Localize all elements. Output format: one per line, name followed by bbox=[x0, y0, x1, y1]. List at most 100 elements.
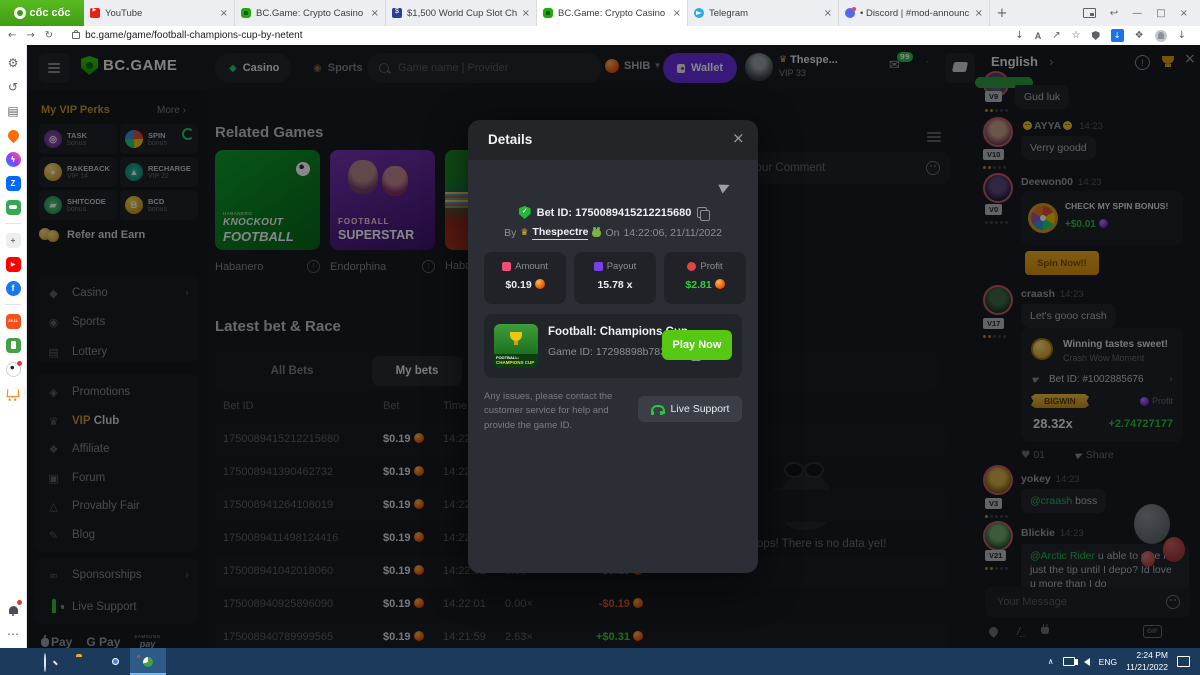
back-button[interactable]: ← bbox=[8, 30, 16, 41]
coccoc-vertical-toolbar: ⚙ ↺ ▤ ϟ Z + ▶ f 25.11 ⋯ bbox=[0, 45, 27, 648]
forward-button[interactable]: → bbox=[26, 30, 34, 41]
windows-taskbar: ∧ ENG 2:24 PM 11/21/2022 bbox=[0, 648, 1200, 675]
history-icon[interactable]: ↺ bbox=[5, 79, 21, 95]
tab-close-icon[interactable]: × bbox=[975, 8, 983, 19]
challenge-favicon bbox=[392, 8, 402, 18]
taskbar-clock[interactable]: 2:24 PM 11/21/2022 bbox=[1126, 650, 1168, 672]
play-now-button[interactable]: Play Now bbox=[662, 330, 732, 360]
frog-emoji bbox=[592, 227, 602, 237]
youtube-favicon bbox=[90, 7, 100, 18]
facebook-shortcut-icon[interactable]: f bbox=[5, 280, 21, 296]
support-note-row: Any issues, please contact the customer … bbox=[484, 390, 742, 433]
browser-profile-avatar[interactable] bbox=[1154, 29, 1167, 42]
tab-close-icon[interactable]: × bbox=[673, 8, 681, 19]
coccoc-brand[interactable]: cốc cốc bbox=[0, 0, 84, 26]
browser-tab-bcgame-1[interactable]: BC.Game: Crypto Casino Gam× bbox=[235, 0, 386, 26]
window-maximize-button[interactable]: □ bbox=[1156, 8, 1165, 19]
new-tab-button[interactable]: + bbox=[990, 0, 1014, 26]
amount-icon bbox=[502, 262, 512, 271]
window-minimize-button[interactable]: — bbox=[1132, 8, 1142, 19]
tab-close-icon[interactable]: × bbox=[522, 8, 530, 19]
bet-author-link[interactable]: Thespectre bbox=[532, 226, 589, 240]
verified-shield-icon: ✓ bbox=[518, 206, 531, 219]
extensions-icon[interactable]: ❖ bbox=[1135, 30, 1144, 41]
telegram-favicon bbox=[694, 8, 704, 18]
session-restore-icon[interactable]: ↩ bbox=[1110, 8, 1118, 19]
network-icon[interactable] bbox=[1062, 657, 1075, 666]
bet-datetime: 14:22:06, 21/11/2022 bbox=[623, 227, 722, 239]
share-icon[interactable]: ↗ bbox=[1052, 30, 1060, 41]
reload-button[interactable]: ↻ bbox=[45, 30, 53, 41]
taskbar-search-icon[interactable] bbox=[44, 653, 46, 672]
profit-icon bbox=[687, 262, 697, 271]
worldcup-football-icon[interactable] bbox=[5, 360, 22, 377]
action-center-icon[interactable] bbox=[1177, 656, 1190, 667]
shib-coin-icon bbox=[534, 279, 545, 289]
bcgame-favicon bbox=[241, 8, 251, 18]
browser-tab-telegram[interactable]: Telegram × bbox=[688, 0, 839, 26]
bet-stats: Amount $0.19 Payout 15.78 x Profit $2.81 bbox=[484, 252, 746, 304]
download-manager-icon[interactable]: ↓ bbox=[1110, 29, 1124, 42]
downloads-icon[interactable]: ↓ bbox=[1178, 30, 1186, 41]
bookmark-star-icon[interactable]: ☆ bbox=[1072, 30, 1081, 41]
battery-saver-icon[interactable] bbox=[5, 337, 21, 353]
modal-body: ✓ Bet ID: 1750089415212215680 By ♛ Thesp… bbox=[468, 160, 758, 573]
bet-author-row: By ♛ Thespectre On 14:22:06, 21/11/2022 bbox=[504, 226, 722, 240]
window-close-button[interactable]: × bbox=[1180, 8, 1188, 19]
game-card: FOOTBALL: CHAMPIONS CUP Football: Champio… bbox=[484, 314, 742, 378]
headphones-icon bbox=[650, 404, 665, 415]
sale-bag-icon[interactable]: 25.11 bbox=[5, 313, 21, 329]
tab-search-icon[interactable] bbox=[1082, 8, 1096, 18]
browser-tab-slot-challenge[interactable]: $1,500 World Cup Slot Challe× bbox=[386, 0, 537, 26]
coccoc-brand-label: cốc cốc bbox=[29, 7, 71, 19]
shib-coin-icon bbox=[714, 279, 725, 289]
ssl-lock-icon[interactable] bbox=[72, 30, 81, 39]
add-shortcut-icon[interactable]: + bbox=[5, 232, 21, 248]
bcgame-page: BC.GAME ◆Casino ◉Sports SHIB ▾ Wallet ♛T… bbox=[27, 45, 1200, 648]
payout-icon bbox=[593, 262, 603, 271]
translate-icon[interactable]: A bbox=[1035, 31, 1042, 41]
newsfeed-icon[interactable]: ▤ bbox=[5, 103, 21, 119]
support-note: Any issues, please contact the customer … bbox=[484, 391, 613, 431]
tab-close-icon[interactable]: × bbox=[824, 8, 832, 19]
share-bet-icon[interactable] bbox=[718, 180, 732, 194]
browser-tab-discord[interactable]: • Discord | #mod-announc × bbox=[839, 0, 990, 26]
sidebar-more-icon[interactable]: ⋯ bbox=[5, 626, 21, 642]
tab-close-icon[interactable]: × bbox=[371, 8, 379, 19]
hot-news-flame-icon[interactable] bbox=[5, 127, 21, 143]
copy-icon[interactable] bbox=[697, 207, 711, 221]
games-icon[interactable] bbox=[5, 199, 21, 215]
youtube-shortcut-icon[interactable]: ▶ bbox=[5, 256, 21, 272]
stat-amount: Amount $0.19 bbox=[484, 252, 566, 304]
browser-tab-youtube[interactable]: YouTube× bbox=[84, 0, 235, 26]
bcgame-favicon bbox=[543, 8, 553, 18]
volume-icon[interactable] bbox=[1074, 657, 1090, 666]
settings-gear-icon[interactable]: ⚙ bbox=[5, 55, 21, 71]
game-thumbnail[interactable]: FOOTBALL: CHAMPIONS CUP bbox=[494, 324, 538, 368]
trophy-icon bbox=[510, 332, 522, 345]
save-page-icon[interactable]: ↓ bbox=[1015, 30, 1023, 41]
bet-id-text: Bet ID: 1750089415212215680 bbox=[536, 206, 692, 219]
discord-favicon bbox=[845, 7, 856, 18]
url-text[interactable]: bc.game/game/football-champions-cup-by-n… bbox=[85, 30, 302, 41]
bet-details-modal: Details × ✓ Bet ID: 1750089415212215680 … bbox=[468, 120, 758, 573]
browser-address-bar: ← → ↻ bc.game/game/football-champions-cu… bbox=[0, 26, 1200, 46]
notification-bell-icon[interactable] bbox=[5, 600, 22, 618]
tab-close-icon[interactable]: × bbox=[220, 8, 228, 19]
modal-title: Details bbox=[488, 132, 533, 147]
zalo-icon[interactable]: Z bbox=[5, 175, 21, 191]
coccoc-icon bbox=[13, 7, 26, 19]
messenger-icon[interactable]: ϟ bbox=[5, 151, 21, 167]
shopping-cart-icon[interactable] bbox=[5, 385, 21, 401]
language-indicator[interactable]: ENG bbox=[1099, 657, 1117, 667]
modal-close-icon[interactable]: × bbox=[732, 129, 745, 147]
vip-medal-icon: ♛ bbox=[520, 228, 529, 238]
stat-profit: Profit $2.81 bbox=[664, 252, 746, 304]
bet-id-row: ✓ Bet ID: 1750089415212215680 bbox=[468, 206, 758, 221]
live-support-button[interactable]: Live Support bbox=[638, 396, 742, 422]
stat-payout: Payout 15.78 x bbox=[574, 252, 656, 304]
browser-tab-bar: cốc cốc YouTube× BC.Game: Crypto Casino … bbox=[0, 0, 1200, 26]
hidden-icons-chevron[interactable]: ∧ bbox=[1048, 657, 1054, 666]
adblock-shield-icon[interactable] bbox=[1091, 31, 1100, 40]
browser-tab-bcgame-active[interactable]: BC.Game: Crypto Casino Gam× bbox=[537, 0, 688, 26]
